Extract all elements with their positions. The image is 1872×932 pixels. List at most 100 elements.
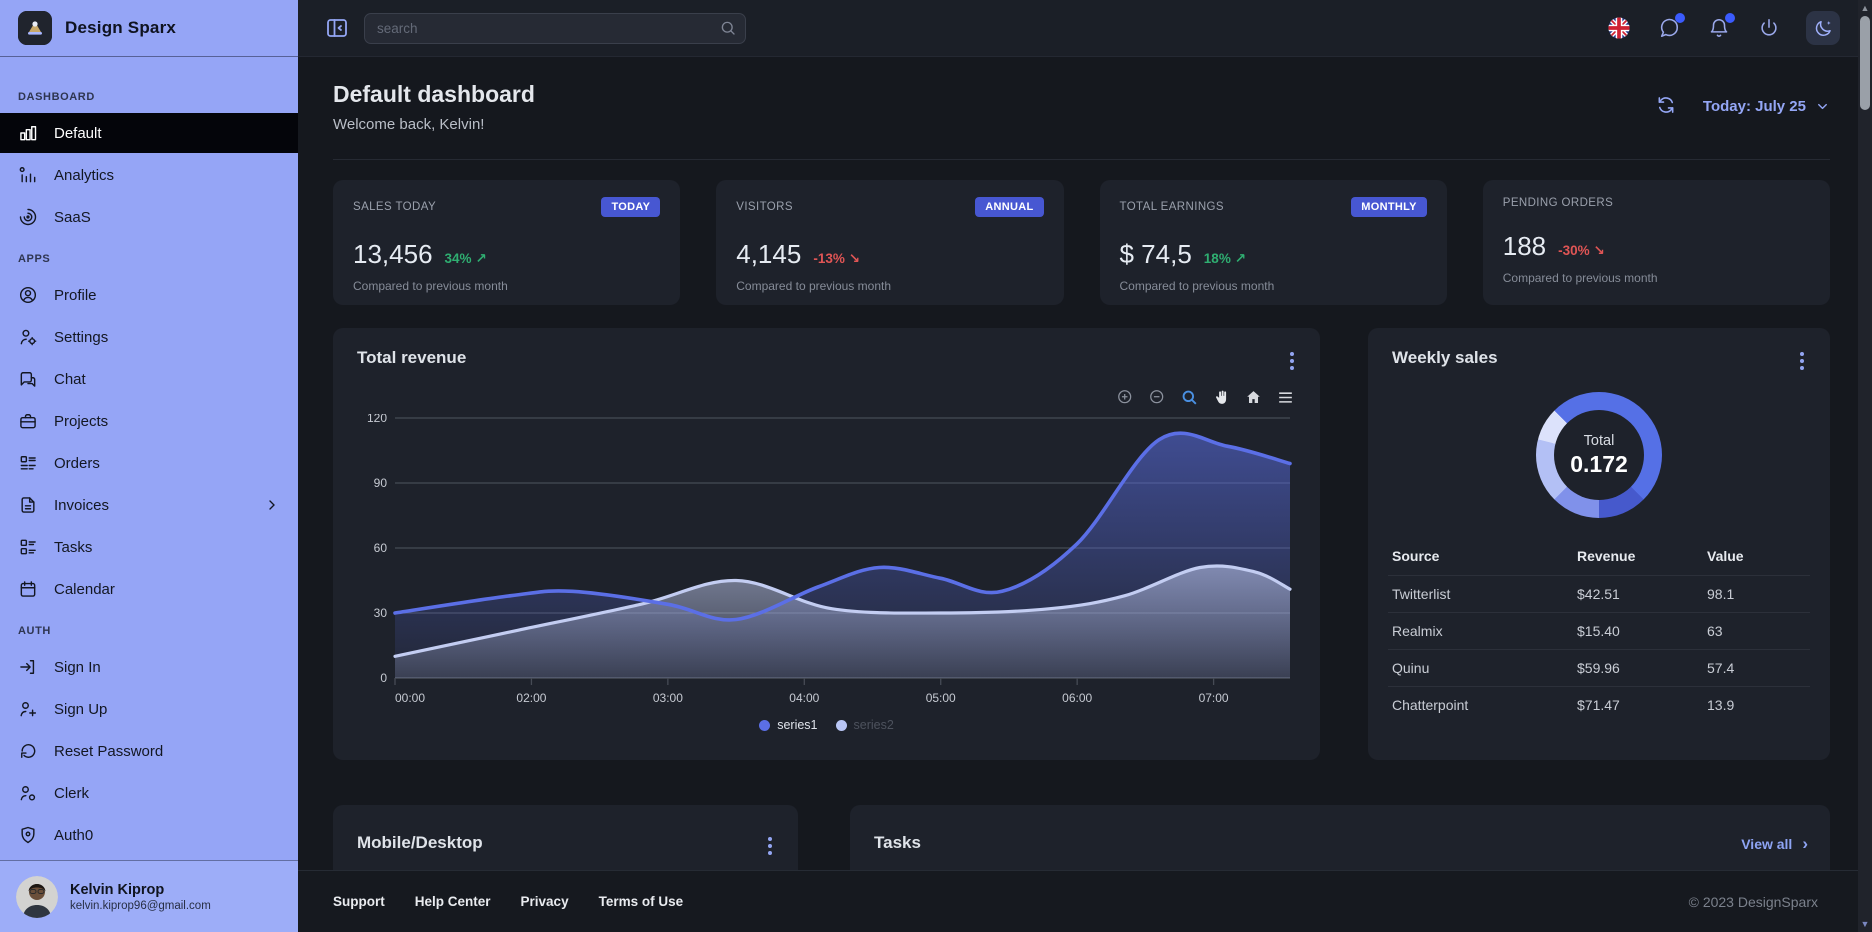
- sidebar-item-calendar[interactable]: Calendar: [0, 569, 298, 609]
- sidebar-item-saas[interactable]: SaaS: [0, 197, 298, 237]
- sidebar-item-clerk[interactable]: Clerk: [0, 773, 298, 813]
- search-icon: [719, 19, 737, 37]
- svg-text:03:00: 03:00: [653, 691, 683, 705]
- stat-label: SALES TODAY: [353, 201, 436, 213]
- revenue-kebab-menu-icon[interactable]: [1286, 348, 1298, 374]
- page-footer: SupportHelp CenterPrivacyTerms of Use © …: [298, 870, 1858, 932]
- topbar: [298, 0, 1858, 57]
- clerk-icon: [18, 783, 38, 803]
- column-header-source: Source: [1388, 540, 1573, 576]
- sidebar-item-auth0[interactable]: Auth0: [0, 815, 298, 855]
- sidebar-item-sign-in[interactable]: Sign In: [0, 647, 298, 687]
- theme-toggle-button[interactable]: [1806, 11, 1840, 45]
- vertical-scrollbar[interactable]: ▲ ▼: [1858, 0, 1872, 932]
- app-window: Design Sparx DASHBOARDDefaultAnalyticsSa…: [0, 0, 1872, 932]
- stat-badge: TODAY: [601, 197, 660, 217]
- sidebar-item-sign-up[interactable]: Sign Up: [0, 689, 298, 729]
- analytics-icon: [18, 165, 38, 185]
- trend-up-arrow-icon: ↗: [475, 251, 486, 266]
- selection-zoom-icon[interactable]: [1178, 386, 1200, 408]
- stat-label: PENDING ORDERS: [1503, 197, 1613, 209]
- sidebar-item-profile[interactable]: Profile: [0, 275, 298, 315]
- chart-toolbar: [1114, 386, 1296, 408]
- scroll-up-arrow-icon[interactable]: ▲: [1858, 3, 1872, 13]
- table-cell: $71.47: [1573, 687, 1703, 724]
- page-title: Default dashboard: [333, 81, 1830, 108]
- table-cell: $59.96: [1573, 650, 1703, 687]
- sidebar-item-chat[interactable]: Chat: [0, 359, 298, 399]
- zoom-in-icon[interactable]: [1114, 386, 1136, 408]
- legend-dot: [759, 720, 770, 731]
- sign-in-icon: [18, 657, 38, 677]
- power-icon[interactable]: [1756, 15, 1782, 41]
- trend-up-arrow-icon: ↗: [1235, 251, 1246, 266]
- notifications-icon[interactable]: [1706, 15, 1732, 41]
- avatar: [16, 876, 58, 918]
- refresh-icon[interactable]: [1655, 95, 1677, 117]
- footer-link-privacy[interactable]: Privacy: [521, 894, 569, 909]
- revenue-area-chart: 030609012000:0002:0003:0004:0005:0006:00…: [357, 414, 1296, 714]
- sidebar-item-label: Invoices: [54, 497, 109, 514]
- footer-link-terms-of-use[interactable]: Terms of Use: [599, 894, 684, 909]
- footer-link-help-center[interactable]: Help Center: [415, 894, 491, 909]
- header-actions: Today: July 25: [1655, 95, 1830, 117]
- user-plus-icon: [18, 699, 38, 719]
- date-selector[interactable]: Today: July 25: [1703, 98, 1830, 115]
- sidebar-item-analytics[interactable]: Analytics: [0, 155, 298, 195]
- sidebar-item-label: Projects: [54, 413, 108, 430]
- menu-icon[interactable]: [1274, 386, 1296, 408]
- sidebar-item-label: Sign In: [54, 659, 101, 676]
- svg-text:06:00: 06:00: [1062, 691, 1092, 705]
- stat-caption: Compared to previous month: [1120, 279, 1427, 293]
- sidebar-item-invoices[interactable]: Invoices: [0, 485, 298, 525]
- mobile-panel-title: Mobile/Desktop: [357, 833, 483, 853]
- user-name: Kelvin Kiprop: [70, 882, 211, 898]
- search-input[interactable]: [364, 13, 746, 44]
- scrollbar-thumb[interactable]: [1860, 16, 1870, 110]
- main-content: Default dashboard Welcome back, Kelvin! …: [298, 57, 1858, 932]
- stat-delta: -30% ↘: [1558, 243, 1605, 259]
- weekly-donut-chart: Total 0.172: [1536, 392, 1662, 518]
- view-all-button[interactable]: View all ›: [1741, 835, 1808, 852]
- chevron-right-icon: ›: [1802, 835, 1808, 852]
- total-revenue-panel: Total revenue 030609012000:0002:0003:000…: [333, 328, 1320, 760]
- trend-down-arrow-icon: ↘: [1593, 243, 1604, 258]
- svg-text:120: 120: [367, 414, 387, 425]
- sidebar-item-reset-password[interactable]: Reset Password: [0, 731, 298, 771]
- sidebar-item-orders[interactable]: Orders: [0, 443, 298, 483]
- mobile-kebab-menu-icon[interactable]: [764, 833, 776, 859]
- stat-value: 4,145: [736, 239, 801, 270]
- table-row: Quinu$59.9657.4: [1388, 650, 1810, 687]
- sidebar-item-tasks[interactable]: Tasks: [0, 527, 298, 567]
- sidebar-item-label: SaaS: [54, 209, 91, 226]
- sidebar-item-label: Calendar: [54, 581, 115, 598]
- stat-card-visitors: VISITORS ANNUAL 4,145 -13% ↘ Compared to…: [716, 180, 1063, 305]
- sidebar-collapse-button[interactable]: [322, 13, 352, 43]
- zoom-out-icon[interactable]: [1146, 386, 1168, 408]
- home-icon[interactable]: [1242, 386, 1264, 408]
- footer-link-support[interactable]: Support: [333, 894, 385, 909]
- legend-item-series2[interactable]: series2: [836, 718, 894, 732]
- brand[interactable]: Design Sparx: [0, 0, 298, 57]
- sidebar-item-label: Default: [54, 125, 102, 142]
- user-panel[interactable]: Kelvin Kiprop kelvin.kiprop96@gmail.com: [0, 860, 298, 932]
- pan-icon[interactable]: [1210, 386, 1232, 408]
- trend-down-arrow-icon: ↘: [849, 251, 860, 266]
- chevron-down-icon: [1815, 99, 1830, 114]
- svg-text:04:00: 04:00: [789, 691, 819, 705]
- table-row: Twitterlist$42.5198.1: [1388, 576, 1810, 613]
- table-cell: Chatterpoint: [1388, 687, 1573, 724]
- footer-links: Support Help Center Privacy Terms of Use: [333, 894, 683, 909]
- scroll-down-arrow-icon[interactable]: ▼: [1858, 919, 1872, 929]
- sidebar-item-settings[interactable]: Settings: [0, 317, 298, 357]
- sidebar-nav: DASHBOARDDefaultAnalyticsSaaSAPPSProfile…: [0, 57, 298, 855]
- sidebar-item-projects[interactable]: Projects: [0, 401, 298, 441]
- legend-item-series1[interactable]: series1: [759, 718, 817, 732]
- table-cell: 13.9: [1703, 687, 1810, 724]
- weekly-kebab-menu-icon[interactable]: [1796, 348, 1808, 374]
- sidebar: Design Sparx DASHBOARDDefaultAnalyticsSa…: [0, 0, 298, 932]
- table-cell: 63: [1703, 613, 1810, 650]
- messages-icon[interactable]: [1656, 15, 1682, 41]
- language-flag-icon[interactable]: [1606, 15, 1632, 41]
- sidebar-item-default[interactable]: Default: [0, 113, 298, 153]
